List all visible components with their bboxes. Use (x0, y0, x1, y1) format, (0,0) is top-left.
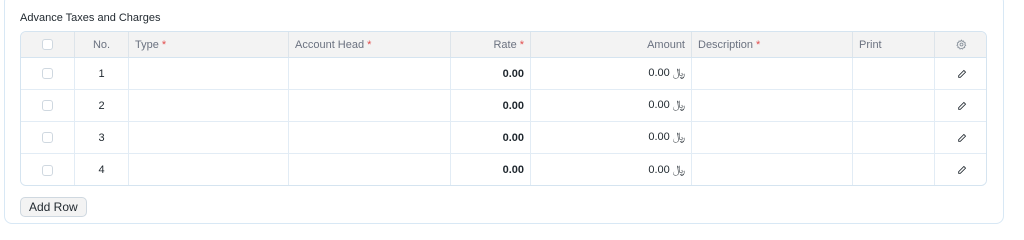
amount-cell[interactable]: 0.00 ﷼ (531, 58, 692, 89)
rate-cell[interactable]: 0.00 (451, 58, 531, 89)
account-head-cell[interactable] (289, 58, 451, 89)
column-header-amount: Amount (531, 32, 692, 57)
grid-header: No. Type * Account Head * Rate * Amount … (21, 32, 986, 58)
gear-icon[interactable] (935, 32, 986, 57)
amount-value: 0.00 ﷼ (648, 163, 685, 176)
required-marker: * (367, 38, 372, 51)
required-marker: * (756, 38, 761, 51)
description-cell[interactable] (692, 122, 853, 153)
rate-value: 0.00 (502, 99, 524, 112)
row-select-cell[interactable] (21, 122, 75, 153)
edit-icon[interactable] (935, 58, 986, 89)
type-cell[interactable] (129, 154, 289, 185)
amount-cell[interactable]: 0.00 ﷼ (531, 90, 692, 121)
row-checkbox[interactable] (42, 164, 53, 176)
row-number: 1 (75, 58, 129, 89)
row-checkbox[interactable] (42, 100, 53, 111)
column-header-type-label: Type (135, 38, 159, 51)
type-cell[interactable] (129, 58, 289, 89)
row-select-cell[interactable] (21, 90, 75, 121)
type-cell[interactable] (129, 90, 289, 121)
amount-value: 0.00 ﷼ (648, 67, 685, 79)
column-header-account-head: Account Head * (289, 32, 451, 57)
row-checkbox[interactable] (42, 132, 53, 143)
print-cell[interactable] (853, 122, 935, 153)
rate-value: 0.00 (502, 67, 524, 80)
account-head-cell[interactable] (289, 90, 451, 121)
row-number: 2 (75, 90, 129, 121)
table-row[interactable]: 2 0.00 0.00 ﷼ (21, 90, 986, 122)
column-header-account-head-label: Account Head (295, 38, 365, 51)
print-cell[interactable] (853, 90, 935, 121)
description-cell[interactable] (692, 58, 853, 89)
edit-icon[interactable] (935, 122, 986, 153)
edit-icon[interactable] (935, 154, 986, 185)
add-row-button[interactable]: Add Row (20, 197, 87, 217)
print-cell[interactable] (853, 58, 935, 89)
rate-cell[interactable]: 0.00 (451, 154, 531, 185)
required-marker: * (519, 38, 524, 51)
table-row[interactable]: 1 0.00 0.00 ﷼ (21, 58, 986, 90)
rate-value: 0.00 (502, 131, 524, 144)
column-header-description-label: Description (698, 38, 754, 51)
column-header-rate: Rate * (451, 32, 531, 57)
column-header-no: No. (75, 32, 129, 57)
description-cell[interactable] (692, 90, 853, 121)
column-header-print: Print (853, 32, 935, 57)
account-head-cell[interactable] (289, 154, 451, 185)
table-row[interactable]: 3 0.00 0.00 ﷼ (21, 122, 986, 154)
print-cell[interactable] (853, 154, 935, 185)
column-header-description: Description * (692, 32, 853, 57)
rate-cell[interactable]: 0.00 (451, 90, 531, 121)
row-select-cell[interactable] (21, 154, 75, 185)
account-head-cell[interactable] (289, 122, 451, 153)
row-checkbox[interactable] (42, 68, 53, 79)
table-row[interactable]: 4 0.00 0.00 ﷼ (21, 154, 986, 185)
rate-value: 0.00 (502, 164, 524, 176)
amount-cell[interactable]: 0.00 ﷼ (531, 154, 692, 185)
edit-icon[interactable] (935, 90, 986, 121)
description-cell[interactable] (692, 154, 853, 185)
column-header-type: Type * (129, 32, 289, 57)
row-number: 4 (75, 154, 129, 185)
rate-cell[interactable]: 0.00 (451, 122, 531, 153)
row-select-cell[interactable] (21, 58, 75, 89)
select-all-checkbox[interactable] (42, 39, 53, 50)
amount-cell[interactable]: 0.00 ﷼ (531, 122, 692, 153)
required-marker: * (161, 38, 167, 51)
amount-value: 0.00 ﷼ (648, 99, 685, 111)
column-header-rate-label: Rate (493, 38, 517, 51)
row-number: 3 (75, 122, 129, 153)
taxes-grid: No. Type * Account Head * Rate * Amount … (20, 31, 987, 186)
type-cell[interactable] (129, 122, 289, 153)
amount-value: 0.00 ﷼ (648, 131, 685, 143)
select-all-cell[interactable] (21, 32, 75, 57)
section-title: Advance Taxes and Charges (20, 12, 161, 24)
